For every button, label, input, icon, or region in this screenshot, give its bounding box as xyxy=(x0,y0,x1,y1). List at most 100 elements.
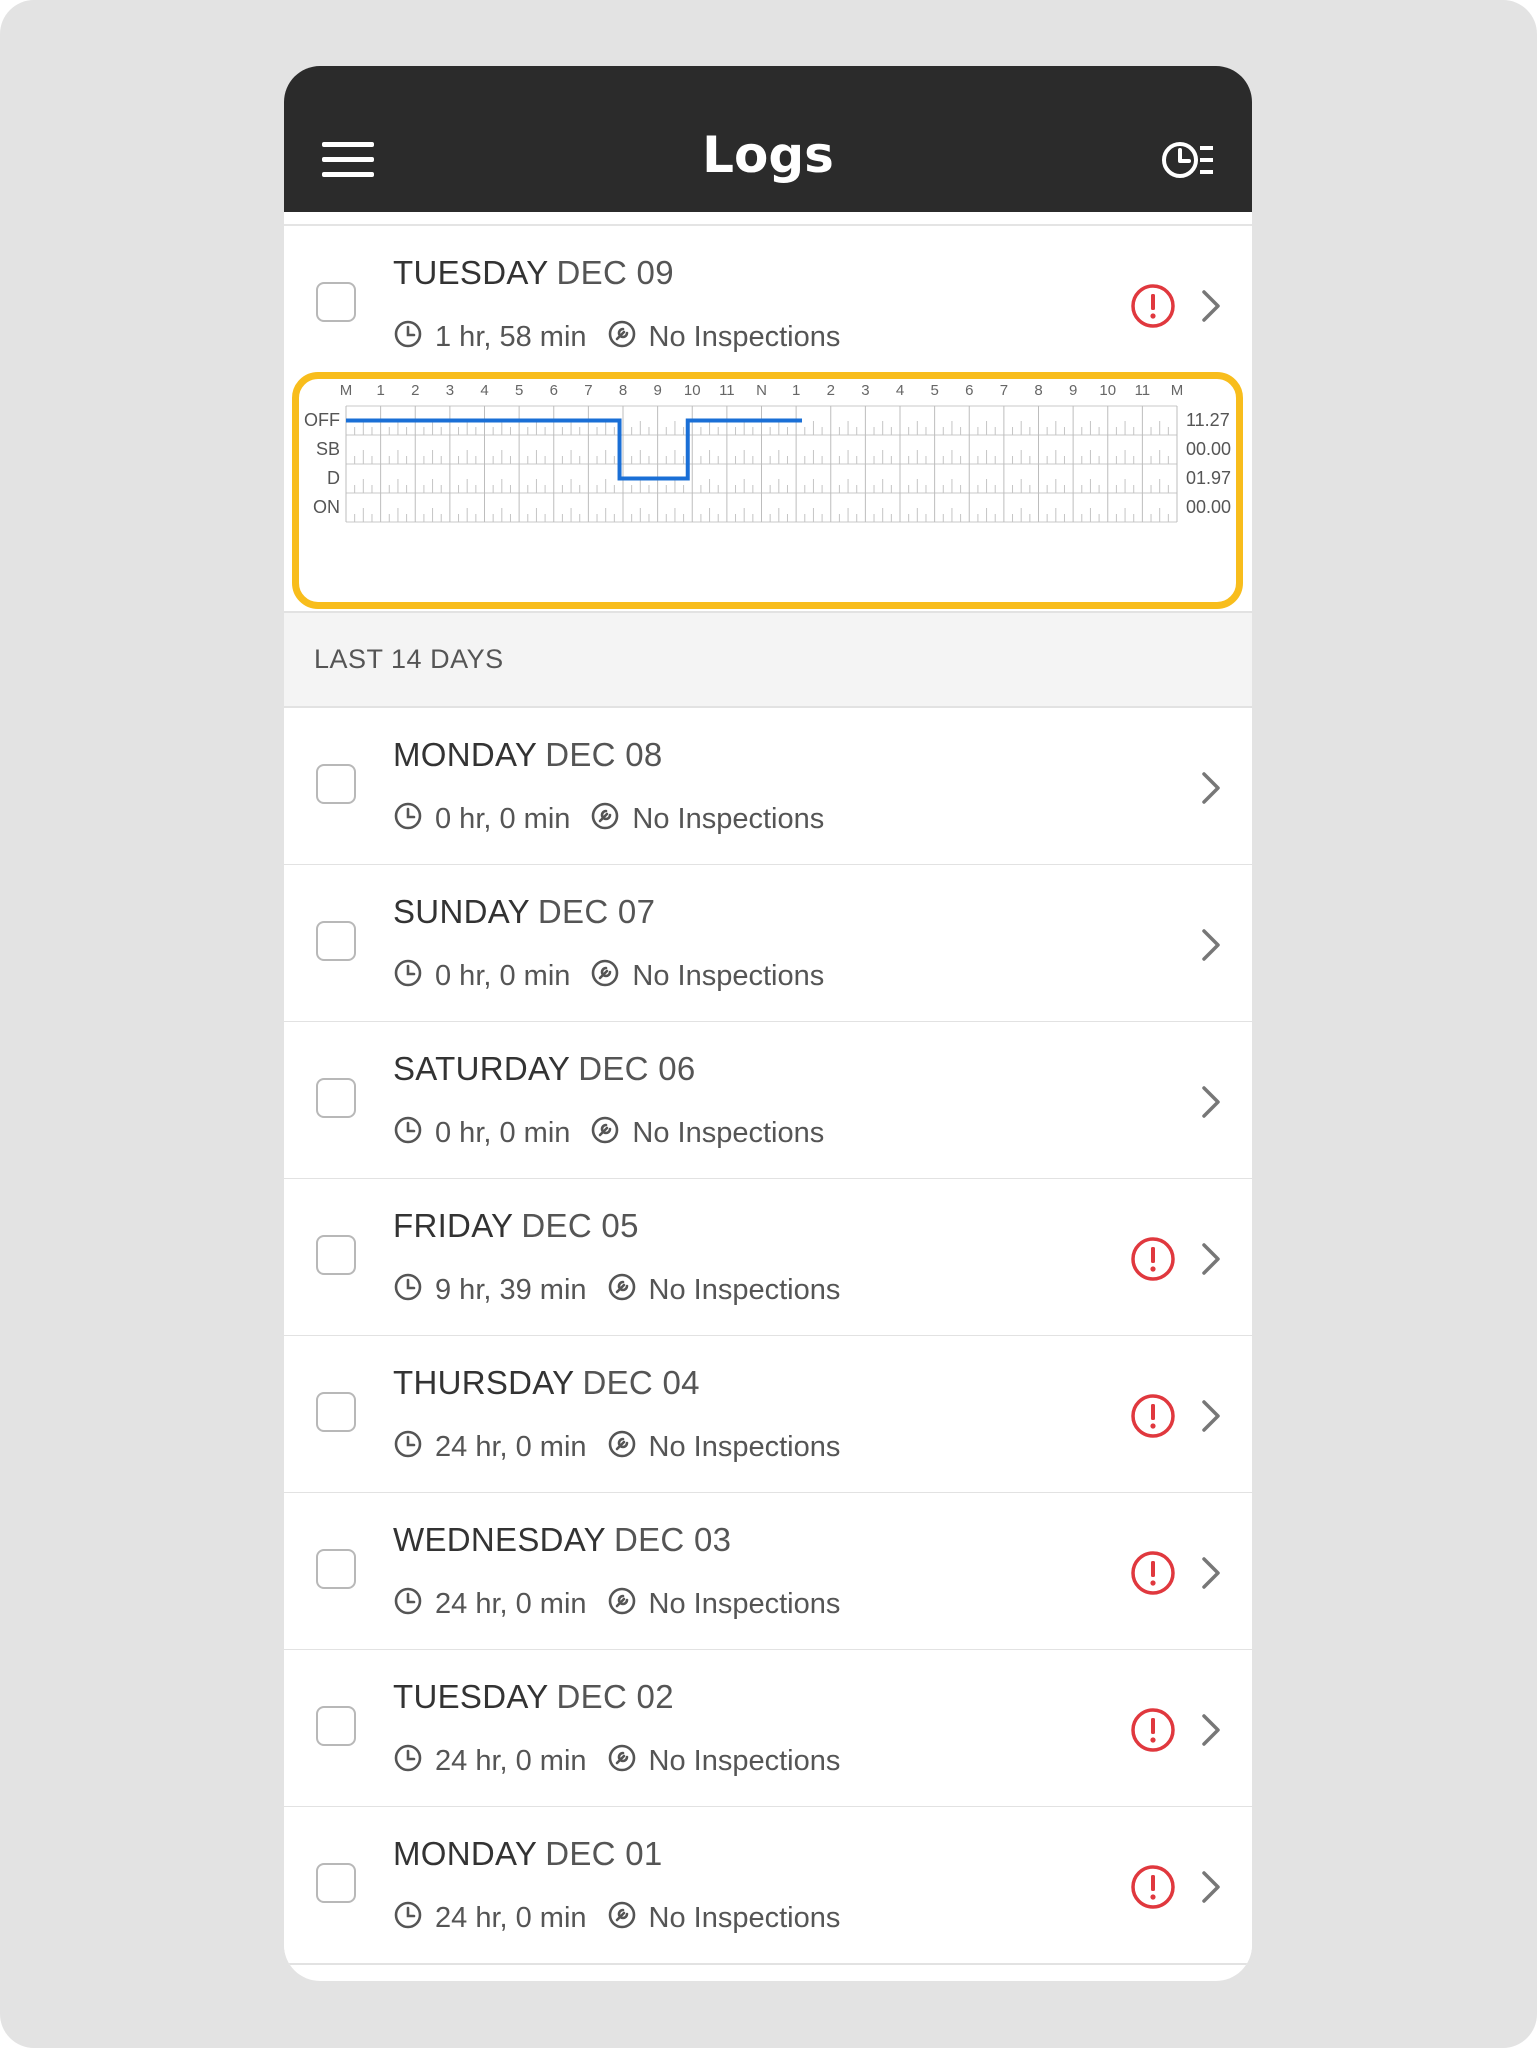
day-row[interactable]: FRIDAY DEC 05 9 hr, 39 min No Inspections xyxy=(284,1179,1252,1337)
alert-icon[interactable] xyxy=(1130,1236,1176,1282)
day-name: FRIDAY xyxy=(393,1207,514,1244)
alert-icon[interactable] xyxy=(1130,1550,1176,1596)
wrench-icon xyxy=(608,1274,635,1301)
phone-screen: Logs TUESDAY DEC 09 1 hr, 58 min No Inspec… xyxy=(284,66,1252,1981)
day-date: DEC 01 xyxy=(545,1835,663,1872)
inspections: No Inspections xyxy=(648,1430,841,1463)
day-date: DEC 08 xyxy=(545,736,663,773)
row-checkbox[interactable] xyxy=(316,1706,356,1746)
day-row[interactable]: THURSDAY DEC 04 24 hr, 0 min No Inspections xyxy=(284,1336,1252,1494)
day-meta: 0 hr, 0 min No Inspections xyxy=(393,1116,824,1156)
day-title: SUNDAY DEC 07 xyxy=(393,893,655,931)
chevron-right-icon[interactable] xyxy=(1200,1712,1222,1748)
day-row[interactable]: WEDNESDAY DEC 03 24 hr, 0 min No Inspection… xyxy=(284,1493,1252,1651)
day-date: DEC 06 xyxy=(578,1050,696,1087)
clock-icon xyxy=(394,321,422,348)
row-checkbox[interactable] xyxy=(316,1863,356,1903)
clock-icon xyxy=(394,1902,422,1929)
chevron-right-icon[interactable] xyxy=(1200,1555,1222,1591)
current-day-row[interactable]: TUESDAY DEC 09 1 hr, 58 min No Inspections xyxy=(284,226,1252,382)
day-title: WEDNESDAY DEC 03 xyxy=(393,1521,731,1559)
day-title: TUESDAY DEC 09 xyxy=(393,254,674,292)
inspections: No Inspections xyxy=(648,320,841,353)
inspections: No Inspections xyxy=(632,1116,825,1149)
day-meta: 24 hr, 0 min No Inspections xyxy=(393,1587,840,1627)
wrench-icon xyxy=(592,803,619,830)
chevron-right-icon[interactable] xyxy=(1200,1398,1222,1434)
top-app-bar: Logs xyxy=(284,66,1252,212)
chevron-right-icon[interactable] xyxy=(1200,1869,1222,1905)
day-date: DEC 03 xyxy=(613,1521,732,1558)
day-name: SUNDAY xyxy=(393,893,530,930)
page-title: Logs xyxy=(702,126,834,184)
duration: 0 hr, 0 min xyxy=(435,802,571,835)
clock-icon xyxy=(394,960,422,987)
row-checkbox[interactable] xyxy=(316,1078,356,1118)
duration: 0 hr, 0 min xyxy=(435,959,571,992)
day-meta: 1 hr, 58 min No Inspections xyxy=(393,320,840,360)
clock-list-icon[interactable] xyxy=(1160,138,1216,182)
clock-icon xyxy=(394,1588,422,1615)
day-date: DEC 07 xyxy=(537,893,656,930)
chevron-right-icon[interactable] xyxy=(1200,288,1222,324)
clock-icon xyxy=(394,1274,422,1301)
day-name: TUESDAY xyxy=(393,254,549,291)
day-title: MONDAY DEC 08 xyxy=(393,736,663,774)
row-checkbox[interactable] xyxy=(316,282,356,322)
alert-icon[interactable] xyxy=(1130,1393,1176,1439)
day-row[interactable]: SATURDAY DEC 06 0 hr, 0 min No Inspections xyxy=(284,1022,1252,1180)
day-row[interactable]: TUESDAY DEC 02 24 hr, 0 min No Inspections xyxy=(284,1650,1252,1808)
chevron-right-icon[interactable] xyxy=(1200,770,1222,806)
day-name: MONDAY xyxy=(393,1835,538,1872)
duration: 0 hr, 0 min xyxy=(435,1116,571,1149)
day-date: DEC 09 xyxy=(556,254,674,291)
inspections: No Inspections xyxy=(632,959,825,992)
row-checkbox[interactable] xyxy=(316,921,356,961)
day-title: MONDAY DEC 01 xyxy=(393,1835,663,1873)
chevron-right-icon[interactable] xyxy=(1200,927,1222,963)
day-name: SATURDAY xyxy=(393,1050,571,1087)
row-checkbox[interactable] xyxy=(316,764,356,804)
day-name: THURSDAY xyxy=(393,1364,575,1401)
duration: 24 hr, 0 min xyxy=(435,1901,587,1934)
row-checkbox[interactable] xyxy=(316,1549,356,1589)
inspections: No Inspections xyxy=(648,1744,841,1777)
alert-icon[interactable] xyxy=(1130,1864,1176,1910)
duration: 9 hr, 39 min xyxy=(435,1273,587,1306)
wrench-icon xyxy=(592,960,619,987)
wrench-icon xyxy=(608,1588,635,1615)
chevron-right-icon[interactable] xyxy=(1200,1241,1222,1277)
duration: 24 hr, 0 min xyxy=(435,1587,587,1620)
clock-icon xyxy=(394,803,422,830)
day-date: DEC 04 xyxy=(582,1364,700,1401)
duration: 1 hr, 58 min xyxy=(435,320,587,353)
day-row[interactable]: SUNDAY DEC 07 0 hr, 0 min No Inspections xyxy=(284,865,1252,1023)
wrench-icon xyxy=(592,1117,619,1144)
alert-icon[interactable] xyxy=(1130,283,1176,329)
section-label: LAST 14 DAYS xyxy=(314,644,504,674)
row-checkbox[interactable] xyxy=(316,1392,356,1432)
inspections: No Inspections xyxy=(648,1587,841,1620)
day-meta: 0 hr, 0 min No Inspections xyxy=(393,802,824,842)
chevron-right-icon[interactable] xyxy=(1200,1084,1222,1120)
day-name: WEDNESDAY xyxy=(393,1521,606,1558)
row-checkbox[interactable] xyxy=(316,1235,356,1275)
day-meta: 24 hr, 0 min No Inspections xyxy=(393,1744,840,1784)
clock-icon xyxy=(394,1745,422,1772)
alert-icon[interactable] xyxy=(1130,1707,1176,1753)
day-meta: 24 hr, 0 min No Inspections xyxy=(393,1430,840,1470)
day-row[interactable]: MONDAY DEC 08 0 hr, 0 min No Inspections xyxy=(284,708,1252,866)
day-row[interactable]: MONDAY DEC 01 24 hr, 0 min No Inspections xyxy=(284,1807,1252,1965)
duration: 24 hr, 0 min xyxy=(435,1430,587,1463)
wrench-icon xyxy=(608,321,635,348)
day-title: THURSDAY DEC 04 xyxy=(393,1364,700,1402)
day-title: FRIDAY DEC 05 xyxy=(393,1207,639,1245)
day-date: DEC 05 xyxy=(521,1207,639,1244)
wrench-icon xyxy=(608,1902,635,1929)
section-header: LAST 14 DAYS xyxy=(284,611,1252,708)
day-meta: 9 hr, 39 min No Inspections xyxy=(393,1273,840,1313)
inspections: No Inspections xyxy=(648,1901,841,1934)
day-title: TUESDAY DEC 02 xyxy=(393,1678,674,1716)
graph-highlight-border xyxy=(292,372,1243,609)
day-title: SATURDAY DEC 06 xyxy=(393,1050,696,1088)
